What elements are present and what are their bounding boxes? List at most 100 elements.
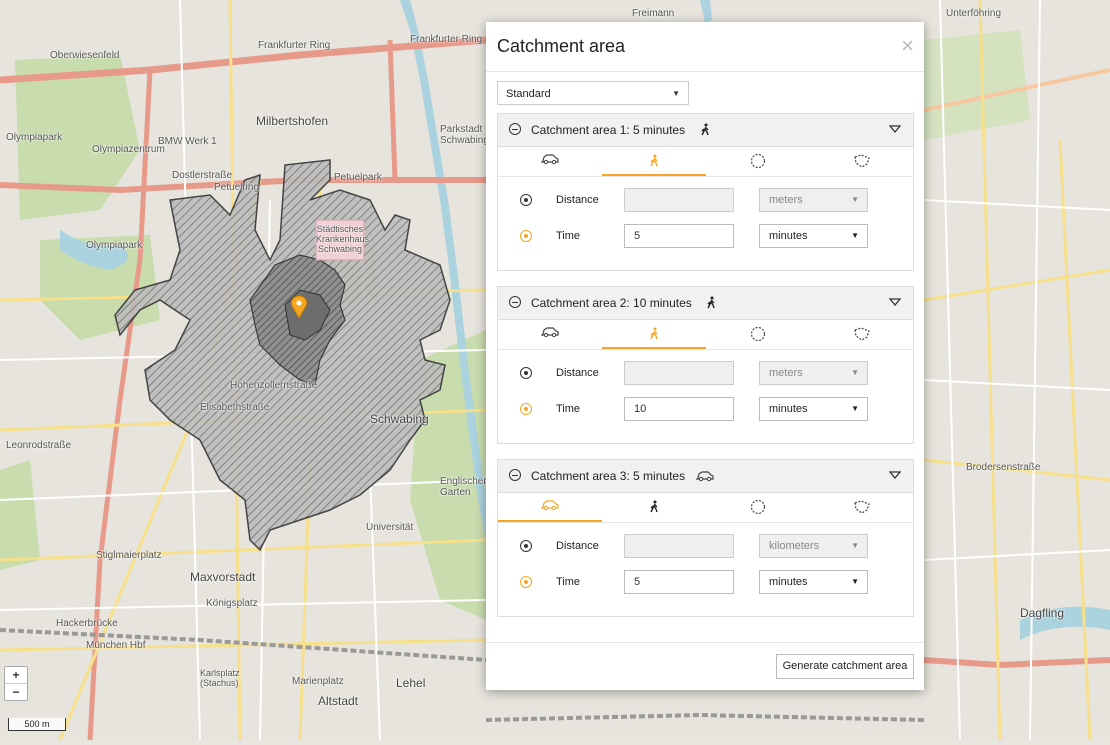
panel-header[interactable]: Catchment area 3: 5 minutes xyxy=(498,460,913,493)
catchment-panel-2: Catchment area 2: 10 minutes Distance me… xyxy=(497,286,914,444)
map-label: Dostlerstraße xyxy=(172,170,233,181)
map-label: Altstadt xyxy=(318,694,359,708)
time-label: Time xyxy=(556,576,581,588)
map-label: Milbertshofen xyxy=(256,114,329,128)
map-label: München Hbf xyxy=(86,640,146,651)
preset-select[interactable]: Standard ▼ xyxy=(497,81,689,105)
distance-input[interactable] xyxy=(624,188,734,212)
distance-row: Distance kilometers ▼ xyxy=(498,534,913,560)
dialog-title: Catchment area xyxy=(497,36,626,56)
distance-unit-select[interactable]: kilometers ▼ xyxy=(759,534,868,558)
mode-tab-circle[interactable] xyxy=(706,147,810,175)
map-label: Unterföhring xyxy=(946,8,1002,19)
zoom-out-button[interactable]: − xyxy=(5,683,27,700)
distance-label: Distance xyxy=(556,540,599,552)
chevron-down-icon[interactable] xyxy=(889,298,901,306)
panel-header[interactable]: Catchment area 2: 10 minutes xyxy=(498,287,913,320)
mode-tab-car[interactable] xyxy=(498,320,602,348)
mode-tab-walk[interactable] xyxy=(602,147,706,176)
distance-unit-value: meters xyxy=(769,194,803,206)
dashed-circle-icon xyxy=(750,326,766,342)
chevron-down-icon[interactable] xyxy=(889,125,901,133)
distance-unit-select[interactable]: meters ▼ xyxy=(759,188,868,212)
map-label: Hackerbrücke xyxy=(56,618,118,629)
divider xyxy=(486,71,924,72)
chevron-down-icon[interactable] xyxy=(889,471,901,479)
caret-down-icon: ▼ xyxy=(851,577,859,586)
time-label: Time xyxy=(556,403,581,415)
map-label: Königsplatz xyxy=(206,598,258,609)
mode-tab-walk[interactable] xyxy=(602,493,706,521)
mode-tab-car[interactable] xyxy=(498,493,602,522)
mode-tab-car[interactable] xyxy=(498,147,602,175)
mode-tabs xyxy=(498,493,913,523)
time-unit-select[interactable]: minutes ▼ xyxy=(759,397,868,421)
time-radio[interactable] xyxy=(520,230,532,242)
distance-unit-select[interactable]: meters ▼ xyxy=(759,361,868,385)
mode-tab-circle[interactable] xyxy=(706,493,810,521)
mode-tabs xyxy=(498,320,913,350)
map-label: Olympiapark xyxy=(6,132,63,143)
time-input[interactable]: 5 xyxy=(624,224,734,248)
walk-icon xyxy=(701,123,709,136)
preset-value: Standard xyxy=(506,88,551,100)
map-label: Dagfling xyxy=(1020,606,1065,620)
caret-down-icon: ▼ xyxy=(851,231,859,240)
time-input[interactable]: 5 xyxy=(624,570,734,594)
map-label: Parkstadt Schwabing xyxy=(440,124,489,146)
collapse-minus-icon[interactable] xyxy=(509,123,521,135)
caret-down-icon: ▼ xyxy=(851,368,859,377)
time-input[interactable]: 10 xyxy=(624,397,734,421)
time-unit-select[interactable]: minutes ▼ xyxy=(759,570,868,594)
catchment-panel-3: Catchment area 3: 5 minutes Distance kil… xyxy=(497,459,914,617)
distance-row: Distance meters ▼ xyxy=(498,361,913,387)
panel-title: Catchment area 3: 5 minutes xyxy=(531,469,686,483)
map-label: BMW Werk 1 xyxy=(158,136,217,147)
map-label: Freimann xyxy=(632,8,675,19)
generate-button[interactable]: Generate catchment area xyxy=(776,654,914,679)
scale-bar: 500 m xyxy=(8,718,66,731)
mode-tab-polygon[interactable] xyxy=(810,493,914,521)
panel-header[interactable]: Catchment area 1: 5 minutes xyxy=(498,114,913,147)
collapse-minus-icon[interactable] xyxy=(509,296,521,308)
distance-input[interactable] xyxy=(624,534,734,558)
distance-row: Distance meters ▼ xyxy=(498,188,913,214)
time-radio[interactable] xyxy=(520,403,532,415)
map-label: Karlsplatz (Stachus) xyxy=(200,668,240,688)
map-label: Lehel xyxy=(396,676,426,690)
distance-radio[interactable] xyxy=(520,367,532,379)
time-unit-value: minutes xyxy=(769,230,808,242)
map-label: Petuelpark xyxy=(334,172,382,183)
car-icon xyxy=(541,500,559,511)
mode-tab-circle[interactable] xyxy=(706,320,810,348)
close-icon[interactable]: × xyxy=(901,35,914,57)
mode-tab-polygon[interactable] xyxy=(810,147,914,175)
distance-radio[interactable] xyxy=(520,540,532,552)
time-radio[interactable] xyxy=(520,576,532,588)
time-unit-value: minutes xyxy=(769,576,808,588)
time-unit-value: minutes xyxy=(769,403,808,415)
panel-title: Catchment area 2: 10 minutes xyxy=(531,296,692,310)
car-icon xyxy=(541,327,559,338)
distance-radio[interactable] xyxy=(520,194,532,206)
distance-input[interactable] xyxy=(624,361,734,385)
zoom-in-button[interactable]: + xyxy=(5,667,27,683)
caret-down-icon: ▼ xyxy=(851,195,859,204)
mode-tab-walk[interactable] xyxy=(602,320,706,349)
collapse-minus-icon[interactable] xyxy=(509,469,521,481)
dashed-polygon-icon xyxy=(854,500,870,514)
map-label: Marienplatz xyxy=(292,676,344,687)
map-label: Maxvorstadt xyxy=(190,570,256,584)
dashed-circle-icon xyxy=(750,153,766,169)
time-unit-select[interactable]: minutes ▼ xyxy=(759,224,868,248)
map-label: Hohenzollernstraße xyxy=(230,380,318,391)
time-row: Time 5 minutes ▼ xyxy=(498,224,913,250)
dashed-polygon-icon xyxy=(854,154,870,168)
walk-icon xyxy=(650,154,658,167)
panel-title: Catchment area 1: 5 minutes xyxy=(531,123,686,137)
mode-tab-polygon[interactable] xyxy=(810,320,914,348)
distance-unit-value: kilometers xyxy=(769,540,820,552)
catchment-dialog: Catchment area × Standard ▼ Catchment ar… xyxy=(486,22,924,690)
mode-tabs xyxy=(498,147,913,177)
walk-icon xyxy=(707,296,715,309)
